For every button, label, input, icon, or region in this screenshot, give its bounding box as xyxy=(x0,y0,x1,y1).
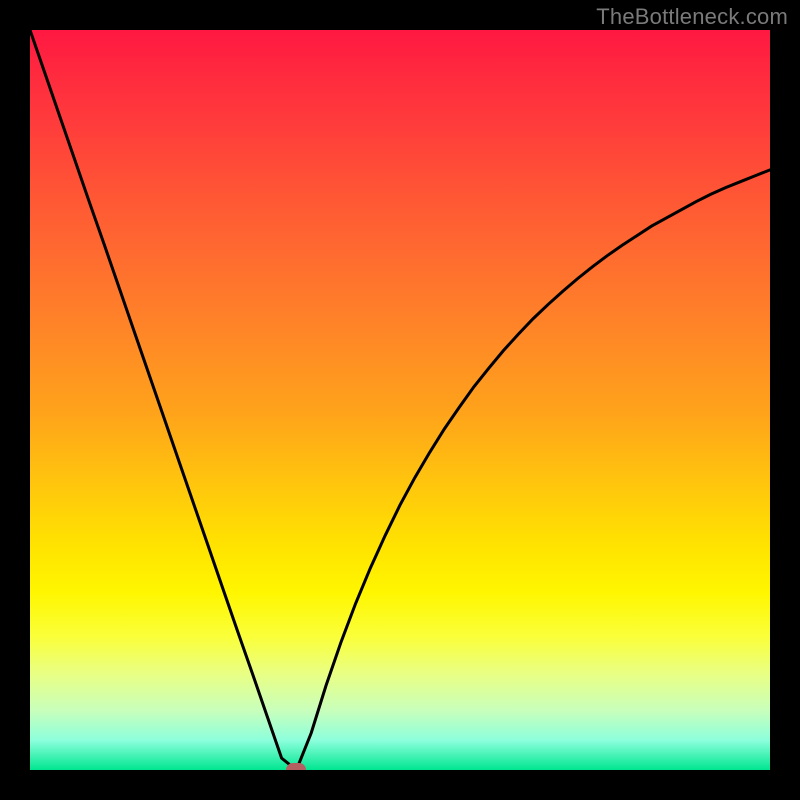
chart-curve-svg xyxy=(30,30,770,770)
chart-curve-line xyxy=(30,30,770,770)
attribution-label: TheBottleneck.com xyxy=(596,4,788,30)
frame-bottom xyxy=(0,770,800,800)
frame-left xyxy=(0,0,30,800)
chart-plot-area xyxy=(30,30,770,770)
chart-marker-dot xyxy=(286,763,306,770)
frame-right xyxy=(770,0,800,800)
